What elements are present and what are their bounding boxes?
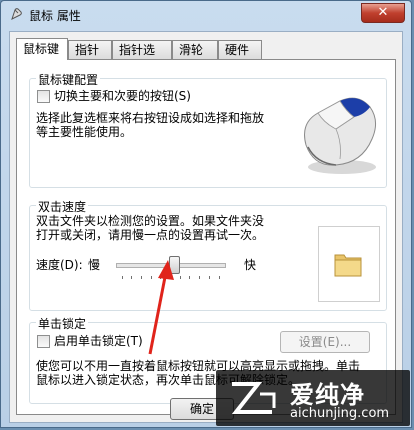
double-click-speed-group: 双击速度 双击文件夹以检测您的设置。如果文件夹没 打开或关闭，请用慢一点的设置再…	[29, 198, 387, 311]
slider-tick	[189, 276, 190, 279]
test-folder-area[interactable]	[318, 226, 380, 302]
slider-tick	[219, 276, 220, 279]
mouse-icon	[11, 8, 22, 20]
fast-label: 快	[244, 258, 257, 272]
slider-tick	[209, 276, 210, 279]
title-bar[interactable]: 鼠标 属性 ✕	[1, 1, 411, 29]
double-click-description-line1: 双击文件夹以检测您的设置。如果文件夹没	[36, 214, 265, 228]
watermark-logo-icon	[231, 382, 276, 414]
click-lock-title: 单击锁定	[36, 315, 89, 332]
button-configuration-group: 鼠标键配置 切换主要和次要的按钮(S) 选择此复选框来将右按钮设成如选择和拖放 …	[29, 71, 387, 188]
button-configuration-title: 鼠标键配置	[36, 71, 101, 88]
watermark-title: 爱纯净	[290, 381, 365, 409]
tab-pointer-options[interactable]: 指针选项	[112, 40, 172, 76]
mouse-illustration	[304, 97, 376, 174]
click-lock-settings-button[interactable]: 设置(E)...	[280, 331, 370, 353]
window-title: 鼠标 属性	[29, 9, 81, 23]
click-lock-checkbox[interactable]	[37, 335, 50, 348]
swap-buttons-label[interactable]: 切换主要和次要的按钮(S)	[54, 89, 191, 103]
slider-tick	[199, 276, 200, 279]
watermark-url: aichunjing.com	[290, 406, 390, 421]
swap-description-line2: 等主要性能使用。	[36, 125, 133, 139]
annotation-arrow	[148, 260, 174, 355]
folder-icon	[334, 254, 362, 277]
mouse-properties-window: 鼠标 属性 ✕ 鼠标键 指针 指针选项 滑轮 硬件 鼠标键配置 切换主要和次要的…	[0, 0, 412, 428]
slider-tick	[180, 276, 181, 279]
tab-pointers[interactable]: 指针	[68, 40, 112, 59]
slider-tick	[122, 276, 123, 279]
double-click-description-line2: 打开或关闭，请用慢一点的设置再试一次。	[36, 228, 265, 242]
close-icon: ✕	[377, 5, 389, 20]
tab-wheel[interactable]: 滑轮	[172, 40, 218, 59]
speed-label: 速度(D):	[36, 258, 83, 272]
site-watermark: 爱纯净 aichunjing.com	[216, 370, 410, 426]
double-click-speed-title: 双击速度	[36, 198, 89, 215]
tab-buttons[interactable]: 鼠标键	[16, 38, 68, 60]
buttons-tab-panel: 鼠标键配置 切换主要和次要的按钮(S) 选择此复选框来将右按钮设成如选择和拖放 …	[16, 59, 396, 415]
slow-label: 慢	[88, 258, 101, 272]
swap-buttons-checkbox[interactable]	[37, 90, 50, 103]
close-button[interactable]: ✕	[361, 3, 405, 23]
tab-hardware[interactable]: 硬件	[218, 40, 262, 59]
dialog-client-area: 鼠标键 指针 指针选项 滑轮 硬件 鼠标键配置 切换主要和次要的按钮(S) 选择…	[9, 31, 403, 423]
swap-description-line1: 选择此复选框来将右按钮设成如选择和拖放	[36, 111, 265, 125]
